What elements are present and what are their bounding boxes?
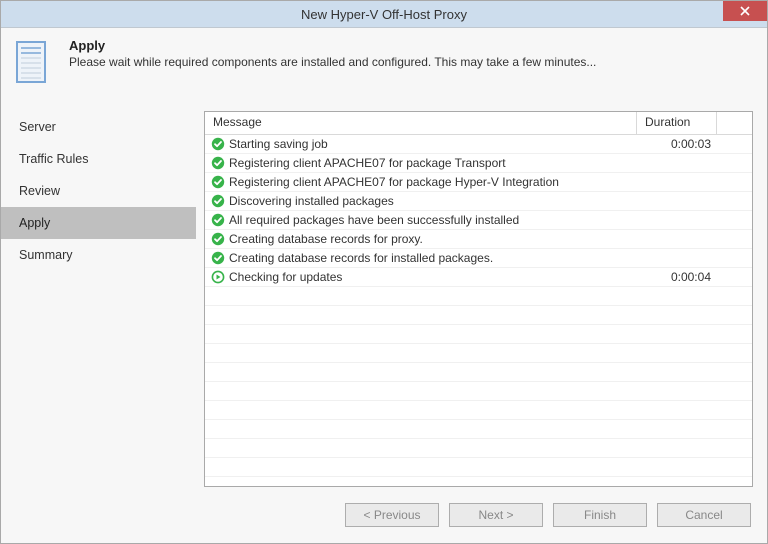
progress-grid: Message Duration Starting saving job 0:00… — [204, 111, 753, 487]
wizard-footer: < Previous Next > Finish Cancel — [1, 487, 767, 543]
table-row[interactable]: Registering client APACHE07 for package … — [205, 173, 752, 192]
success-icon — [211, 213, 225, 227]
cell-message: Starting saving job — [205, 137, 637, 151]
table-row-empty — [205, 439, 752, 458]
grid-header: Message Duration — [205, 112, 752, 135]
sidebar-item-apply[interactable]: Apply — [1, 207, 196, 239]
status-icon — [211, 251, 225, 265]
message-text: Starting saving job — [229, 137, 328, 151]
status-icon — [211, 232, 225, 246]
sidebar-item-server[interactable]: Server — [1, 111, 196, 143]
table-row-empty — [205, 458, 752, 477]
grid-body: Starting saving job 0:00:03 Registering cl… — [205, 135, 752, 486]
table-row[interactable]: All required packages have been successf… — [205, 211, 752, 230]
message-text: Discovering installed packages — [229, 194, 394, 208]
success-icon — [211, 251, 225, 265]
window-title: New Hyper-V Off-Host Proxy — [301, 7, 467, 22]
cell-message: Discovering installed packages — [205, 194, 637, 208]
table-row[interactable]: Creating database records for installed … — [205, 249, 752, 268]
proxy-icon — [15, 40, 55, 89]
wizard-body: ServerTraffic RulesReviewApplySummary Me… — [1, 107, 767, 487]
message-text: Registering client APACHE07 for package … — [229, 156, 506, 170]
cancel-button[interactable]: Cancel — [657, 503, 751, 527]
wizard-steps-sidebar: ServerTraffic RulesReviewApplySummary — [1, 107, 196, 487]
column-header-duration[interactable]: Duration — [637, 112, 717, 134]
next-button[interactable]: Next > — [449, 503, 543, 527]
close-button[interactable] — [723, 1, 767, 21]
table-row[interactable]: Discovering installed packages — [205, 192, 752, 211]
table-row-empty — [205, 477, 752, 486]
page-description: Please wait while required components ar… — [69, 55, 596, 69]
cell-duration: 0:00:03 — [637, 137, 717, 151]
wizard-header: Apply Please wait while required compone… — [1, 28, 767, 107]
status-icon — [211, 213, 225, 227]
cell-message: Checking for updates — [205, 270, 637, 284]
sidebar-item-summary[interactable]: Summary — [1, 239, 196, 271]
message-text: All required packages have been successf… — [229, 213, 519, 227]
message-text: Registering client APACHE07 for package … — [229, 175, 559, 189]
success-icon — [211, 194, 225, 208]
table-row-empty — [205, 306, 752, 325]
progress-icon — [211, 270, 225, 284]
cell-message: Registering client APACHE07 for package … — [205, 175, 637, 189]
status-icon — [211, 194, 225, 208]
table-row[interactable]: Starting saving job 0:00:03 — [205, 135, 752, 154]
wizard-content: Message Duration Starting saving job 0:00… — [196, 107, 767, 487]
success-icon — [211, 156, 225, 170]
sidebar-item-traffic-rules[interactable]: Traffic Rules — [1, 143, 196, 175]
header-text-block: Apply Please wait while required compone… — [69, 38, 596, 69]
success-icon — [211, 232, 225, 246]
column-header-message[interactable]: Message — [205, 112, 637, 134]
close-icon — [740, 6, 750, 16]
cell-message: Creating database records for proxy. — [205, 232, 637, 246]
table-row-empty — [205, 287, 752, 306]
table-row-empty — [205, 325, 752, 344]
message-text: Checking for updates — [229, 270, 342, 284]
finish-button[interactable]: Finish — [553, 503, 647, 527]
status-icon — [211, 156, 225, 170]
sidebar-item-review[interactable]: Review — [1, 175, 196, 207]
table-row-empty — [205, 401, 752, 420]
table-row-empty — [205, 420, 752, 439]
cell-message: Registering client APACHE07 for package … — [205, 156, 637, 170]
table-row-empty — [205, 382, 752, 401]
table-row[interactable]: Checking for updates 0:00:04 — [205, 268, 752, 287]
table-row-empty — [205, 363, 752, 382]
page-title: Apply — [69, 38, 596, 53]
status-icon — [211, 270, 225, 284]
wizard-window: New Hyper-V Off-Host Proxy Apply Pleas — [0, 0, 768, 544]
column-header-spacer — [717, 112, 752, 134]
table-row-empty — [205, 344, 752, 363]
table-row[interactable]: Registering client APACHE07 for package … — [205, 154, 752, 173]
table-row[interactable]: Creating database records for proxy. — [205, 230, 752, 249]
message-text: Creating database records for installed … — [229, 251, 493, 265]
cell-duration: 0:00:04 — [637, 270, 717, 284]
previous-button[interactable]: < Previous — [345, 503, 439, 527]
cell-message: All required packages have been successf… — [205, 213, 637, 227]
status-icon — [211, 175, 225, 189]
cell-message: Creating database records for installed … — [205, 251, 637, 265]
success-icon — [211, 175, 225, 189]
message-text: Creating database records for proxy. — [229, 232, 423, 246]
success-icon — [211, 137, 225, 151]
status-icon — [211, 137, 225, 151]
titlebar: New Hyper-V Off-Host Proxy — [1, 1, 767, 28]
